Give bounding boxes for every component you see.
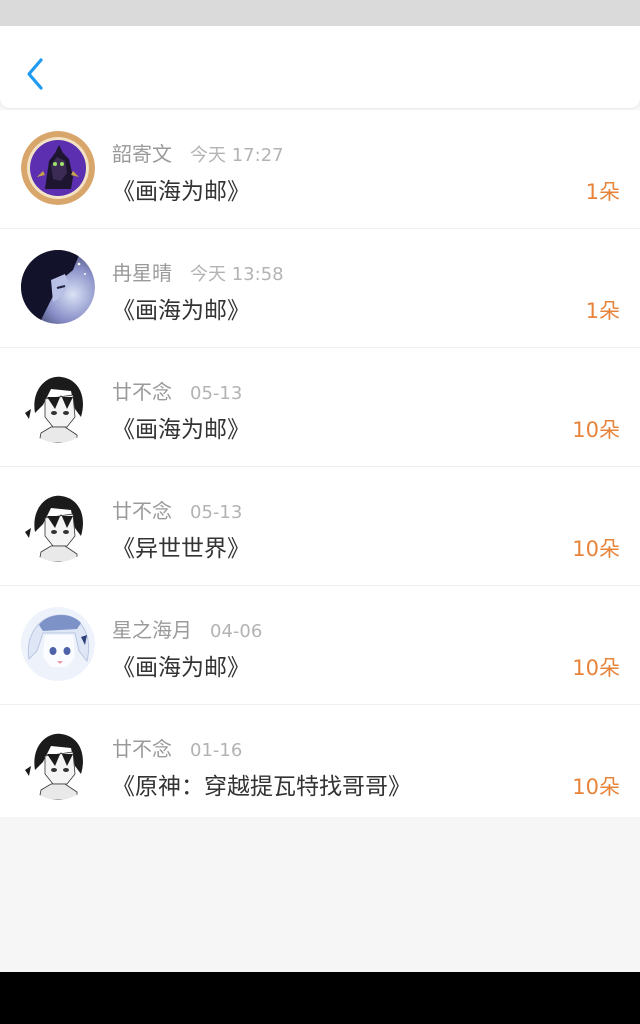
gift-time: 今天 17:27: [190, 145, 284, 166]
avatar[interactable]: [21, 726, 95, 800]
avatar[interactable]: [21, 369, 95, 443]
sketch-girl-avatar: [21, 369, 95, 443]
book-title[interactable]: 《画海为邮》: [112, 410, 250, 444]
sketch-girl-avatar: [21, 488, 95, 562]
flower-count: 10朵: [572, 775, 620, 799]
back-button[interactable]: [18, 54, 52, 94]
sender-meta: 冉星晴 今天 13:58: [112, 257, 284, 285]
sender-meta: 星之海月 04-06: [112, 614, 262, 642]
gift-time: 04-06: [210, 621, 263, 642]
flower-count: 10朵: [572, 656, 620, 680]
book-title[interactable]: 《画海为邮》: [112, 172, 250, 206]
avatar[interactable]: [21, 250, 95, 324]
avatar[interactable]: [21, 607, 95, 681]
navigation-bar: [0, 972, 640, 1024]
gift-time: 今天 13:58: [190, 264, 284, 285]
sender-meta: 廿不念 05-13: [112, 376, 242, 404]
book-title[interactable]: 《原神：穿越提瓦特找哥哥》: [112, 767, 411, 801]
list-item[interactable]: 星之海月 04-06 《画海为邮》 10朵: [0, 586, 640, 705]
sender-name[interactable]: 星之海月: [112, 614, 192, 643]
book-title[interactable]: 《画海为邮》: [112, 291, 250, 325]
list-item[interactable]: 廿不念 01-16 《原神：穿越提瓦特找哥哥》 10朵: [0, 705, 640, 817]
flower-count: 1朵: [585, 299, 620, 323]
sender-name[interactable]: 韶寄文: [112, 138, 172, 167]
gift-time: 05-13: [190, 383, 243, 404]
gift-time: 01-16: [190, 740, 243, 761]
book-title[interactable]: 《异世世界》: [112, 529, 250, 563]
white-haired-girl-avatar: [21, 607, 95, 681]
flower-count: 10朵: [572, 537, 620, 561]
dark-haired-boy-avatar: [21, 250, 95, 324]
list-item[interactable]: 廿不念 05-13 《画海为邮》 10朵: [0, 348, 640, 467]
list-item[interactable]: 廿不念 05-13 《异世世界》 10朵: [0, 467, 640, 586]
sender-meta: 廿不念 01-16: [112, 733, 242, 761]
dark-armored-figure-avatar: [21, 131, 95, 205]
list-item[interactable]: 冉星晴 今天 13:58 《画海为邮》 1朵: [0, 229, 640, 348]
gift-time: 05-13: [190, 502, 243, 523]
avatar[interactable]: [21, 488, 95, 562]
sender-name[interactable]: 冉星晴: [112, 257, 172, 286]
flower-count: 10朵: [572, 418, 620, 442]
book-title[interactable]: 《画海为邮》: [112, 648, 250, 682]
avatar[interactable]: [21, 131, 95, 205]
flower-count: 1朵: [585, 180, 620, 204]
status-bar: [0, 0, 640, 26]
chevron-left-icon: [27, 58, 43, 90]
sender-name[interactable]: 廿不念: [112, 733, 172, 762]
sender-meta: 韶寄文 今天 17:27: [112, 138, 284, 166]
sketch-girl-avatar: [21, 726, 95, 800]
sender-name[interactable]: 廿不念: [112, 495, 172, 524]
header-bar: [0, 26, 640, 108]
sender-meta: 廿不念 05-13: [112, 495, 242, 523]
sender-name[interactable]: 廿不念: [112, 376, 172, 405]
list-item[interactable]: 韶寄文 今天 17:27 《画海为邮》 1朵: [0, 110, 640, 229]
gift-record-list: 韶寄文 今天 17:27 《画海为邮》 1朵 冉星晴 今天 13:58 《画海为…: [0, 110, 640, 817]
